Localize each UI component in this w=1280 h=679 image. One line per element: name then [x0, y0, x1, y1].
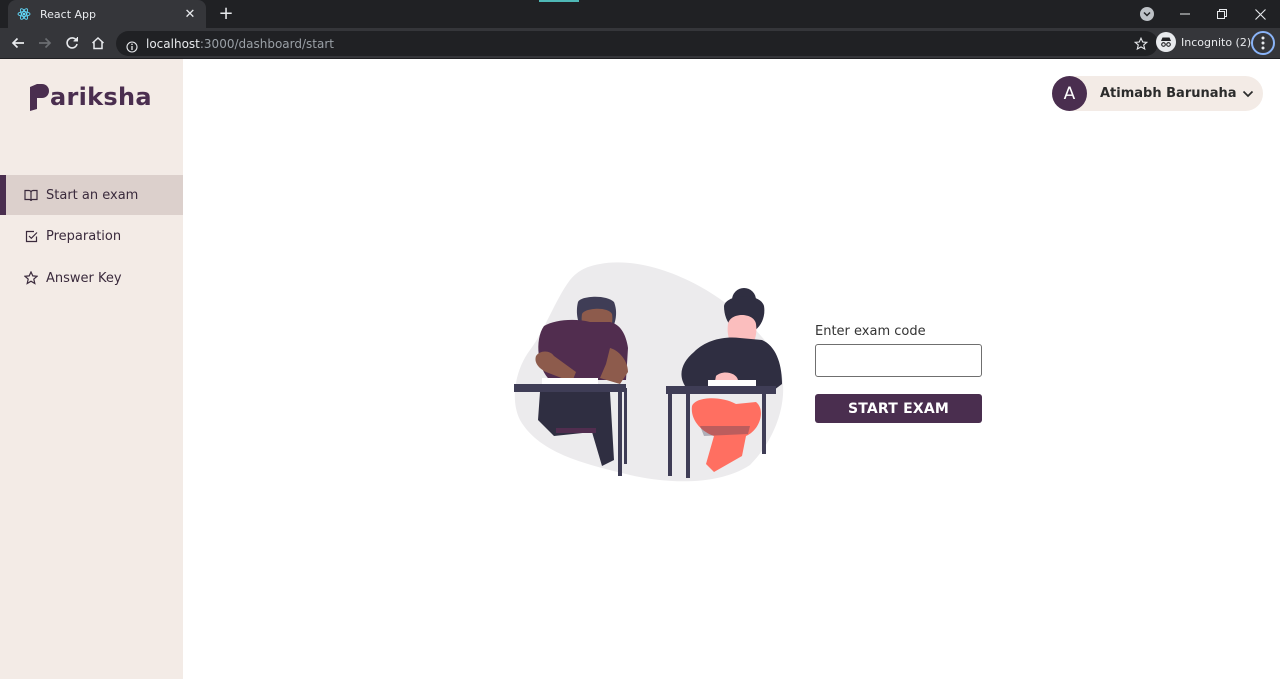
start-exam-button[interactable]: START EXAM — [815, 394, 982, 423]
url-host: localhost — [146, 36, 200, 51]
sidebar-item-label: Start an exam — [46, 187, 139, 203]
tab-search-icon[interactable] — [1140, 7, 1154, 21]
sidebar: ariksha Start an exam Preparation Answer… — [0, 59, 183, 679]
restore-icon[interactable] — [1202, 0, 1242, 28]
logo-book-icon — [30, 84, 49, 111]
browser-tab[interactable]: React App ✕ — [8, 0, 206, 28]
bookmark-star-icon[interactable] — [1133, 36, 1150, 52]
browser-toolbar: localhost:3000/dashboard/start Incognito… — [0, 28, 1280, 59]
sidebar-item-label: Answer Key — [46, 270, 122, 286]
exam-form: Enter exam code START EXAM — [815, 324, 982, 423]
minimize-icon[interactable] — [1165, 0, 1205, 28]
sidebar-item-start-exam[interactable]: Start an exam — [0, 175, 183, 215]
avatar: A — [1052, 76, 1087, 111]
react-icon — [16, 6, 32, 22]
incognito-label: Incognito (2) — [1181, 35, 1252, 49]
sidebar-item-label: Preparation — [46, 228, 122, 244]
user-name: Atimabh Barunaha — [1100, 86, 1237, 101]
exam-code-input[interactable] — [815, 344, 982, 377]
tabstrip-accent — [539, 0, 579, 2]
incognito-icon — [1156, 32, 1176, 52]
browser-menu-icon[interactable] — [1251, 31, 1275, 55]
logo-text: ariksha — [50, 83, 152, 111]
sidebar-item-answer-key[interactable]: Answer Key — [0, 258, 183, 298]
reload-icon[interactable] — [62, 33, 82, 53]
star-icon — [24, 271, 38, 285]
user-menu[interactable]: A Atimabh Barunaha — [1052, 76, 1263, 111]
tab-title: React App — [40, 7, 97, 21]
incognito-indicator[interactable]: Incognito (2) — [1156, 32, 1251, 52]
back-icon[interactable] — [8, 33, 28, 53]
tab-close-icon[interactable]: ✕ — [182, 7, 198, 22]
chevron-down-icon — [1242, 90, 1253, 97]
forward-icon[interactable] — [35, 33, 55, 53]
exam-illustration — [514, 262, 784, 482]
book-icon — [24, 188, 38, 202]
url-path: :3000/dashboard/start — [199, 36, 334, 51]
app-logo[interactable]: ariksha — [29, 83, 152, 111]
checkbox-icon — [24, 229, 38, 243]
sidebar-item-preparation[interactable]: Preparation — [0, 216, 183, 256]
close-window-icon[interactable] — [1240, 0, 1280, 28]
browser-tabstrip: React App ✕ + — [0, 0, 1280, 28]
home-icon[interactable] — [88, 33, 108, 53]
site-info-icon[interactable] — [126, 38, 138, 53]
exam-code-label: Enter exam code — [815, 324, 926, 339]
address-bar[interactable]: localhost:3000/dashboard/start — [116, 31, 1158, 56]
new-tab-button[interactable]: + — [216, 4, 236, 24]
